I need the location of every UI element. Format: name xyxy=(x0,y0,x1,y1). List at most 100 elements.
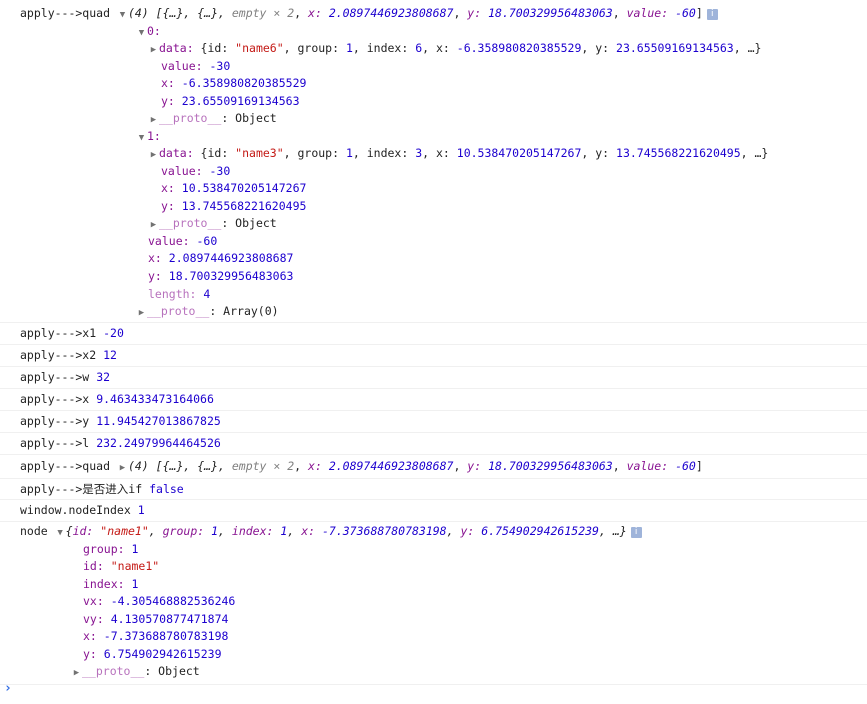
prop-y: y: 13.745568221620495 xyxy=(161,198,306,216)
prop-key: index: xyxy=(83,577,125,591)
tree-node-index-0[interactable]: ▼ 0: xyxy=(136,23,161,41)
expand-triangle-icon[interactable]: ▼ xyxy=(136,130,147,148)
collapse-triangle-icon[interactable]: ▶ xyxy=(148,217,159,235)
preview-key: x: xyxy=(308,459,322,473)
log-label: apply--->y xyxy=(20,414,90,428)
info-icon[interactable]: i xyxy=(630,527,642,538)
log-label: apply--->quad xyxy=(20,459,111,473)
log-entry-x1: apply--->x1 -20 xyxy=(0,323,867,345)
prop-val: -30 xyxy=(209,59,231,73)
log-entry-x2: apply--->x2 12 xyxy=(0,345,867,367)
info-icon[interactable]: i xyxy=(706,9,718,20)
array-preview: [{…}, {…}, xyxy=(155,459,232,473)
prop-key: x: xyxy=(161,76,175,90)
tree-node-proto[interactable]: ▶ __proto__: Object xyxy=(71,663,200,681)
log-value: 9.463433473164066 xyxy=(96,392,214,406)
array-preview: [{…}, {…}, xyxy=(155,6,232,20)
expand-triangle-icon[interactable]: ▼ xyxy=(136,25,147,43)
tree-node-data[interactable]: ▶ data: {id: "name3", group: 1, index: 3,… xyxy=(148,145,769,165)
log-value: 32 xyxy=(96,370,111,384)
log-line: apply--->y 11.945427013867825 xyxy=(20,413,221,431)
collapse-triangle-icon[interactable]: ▶ xyxy=(117,460,128,478)
data-index-value: 3 xyxy=(415,146,423,160)
expand-triangle-icon[interactable]: ▼ xyxy=(117,7,128,25)
log-entry-y: apply--->y 11.945427013867825 xyxy=(0,411,867,433)
log-value: 232.24979964464526 xyxy=(96,436,221,450)
log-value: -20 xyxy=(103,326,124,340)
log-line: window.nodeIndex 1 xyxy=(20,502,145,520)
prop-val: -7.373688780783198 xyxy=(103,629,229,643)
collapse-triangle-icon[interactable]: ▶ xyxy=(148,42,159,60)
prop-length: length: 4 xyxy=(148,286,210,304)
preview-value: -60 xyxy=(675,459,696,473)
data-id-value: "name6" xyxy=(235,41,284,55)
prop-key: value: xyxy=(161,164,203,178)
prop-key: x: xyxy=(83,629,97,643)
tree-key: data: xyxy=(159,41,194,55)
expand-triangle-icon[interactable]: ▼ xyxy=(55,525,66,543)
log-entry-if: apply--->是否进入if false xyxy=(0,479,867,500)
prop-id: id: "name1" xyxy=(83,558,159,576)
preview-value: -60 xyxy=(675,6,696,20)
preview-value: 2.0897446923808687 xyxy=(328,459,454,473)
proto-key: __proto__ xyxy=(147,304,210,318)
prop-key: y: xyxy=(83,647,97,661)
log-value: 11.945427013867825 xyxy=(96,414,221,428)
tree-node-proto[interactable]: ▶ __proto__: Object xyxy=(148,110,277,128)
console-prompt-icon[interactable]: › xyxy=(4,681,12,696)
prop-val: 18.700329956483063 xyxy=(168,269,294,283)
tree-key: 0: xyxy=(147,24,161,38)
tree-key: 1: xyxy=(147,129,161,143)
prop-vy: vy: 4.130570877471874 xyxy=(83,611,228,629)
tree-node-data[interactable]: ▶ data: {id: "name6", group: 1, index: 6,… xyxy=(148,40,762,60)
prop-val: 4.130570877471874 xyxy=(110,612,229,626)
prop-val: 23.65509169134563 xyxy=(181,94,300,108)
log-label: apply--->quad xyxy=(20,6,111,20)
array-count: (4) xyxy=(127,459,149,473)
prop-val: 4 xyxy=(203,287,211,301)
prop-key: x: xyxy=(148,251,162,265)
prop-val: 6.754902942615239 xyxy=(103,647,222,661)
preview-value: 18.700329956483063 xyxy=(488,6,613,20)
log-line: apply--->是否进入if false xyxy=(20,481,184,499)
log-label: apply--->x2 xyxy=(20,348,97,362)
console-output: apply--->quad ▼ (4) [{…}, {…}, empty × 2,… xyxy=(0,0,867,685)
prop-group: group: 1 xyxy=(83,541,138,559)
data-x-value: -6.358980820385529 xyxy=(456,41,582,55)
log-entry-nodeindex: window.nodeIndex 1 xyxy=(0,500,867,522)
log-line: apply--->x2 12 xyxy=(20,347,117,365)
collapse-triangle-icon[interactable]: ▶ xyxy=(148,147,159,165)
log-line: apply--->l 232.24979964464526 xyxy=(20,435,221,453)
collapse-triangle-icon[interactable]: ▶ xyxy=(136,305,147,323)
log-entry-quad-collapsed: apply--->quad ▶ (4) [{…}, {…}, empty × 2,… xyxy=(0,455,867,479)
array-count: (4) xyxy=(127,6,149,20)
prop-value: value: -30 xyxy=(161,58,230,76)
log-value: 1 xyxy=(137,503,145,517)
prop-val: -4.305468882536246 xyxy=(110,594,236,608)
prop-key: length: xyxy=(148,287,197,301)
prop-key: group: xyxy=(83,542,125,556)
tree-node-index-1[interactable]: ▼ 1: xyxy=(136,128,161,146)
prop-val: 10.538470205147267 xyxy=(181,181,307,195)
tree-node-proto[interactable]: ▶ __proto__: Array(0) xyxy=(136,303,279,321)
preview-value: 1 xyxy=(280,524,288,538)
data-index-value: 6 xyxy=(415,41,423,55)
log-line: apply--->x 9.463433473164066 xyxy=(20,391,214,409)
prop-key: vy: xyxy=(83,612,104,626)
prop-val: -30 xyxy=(209,164,231,178)
proto-value: Array(0) xyxy=(223,304,279,318)
log-label: apply--->l xyxy=(20,436,90,450)
preview-value: -7.373688780783198 xyxy=(321,524,447,538)
collapse-triangle-icon[interactable]: ▶ xyxy=(148,112,159,130)
collapse-triangle-icon[interactable]: ▶ xyxy=(71,665,82,683)
log-line: apply--->w 32 xyxy=(20,369,110,387)
prop-value: value: -30 xyxy=(161,163,230,181)
log-entry-l: apply--->l 232.24979964464526 xyxy=(0,433,867,455)
proto-value: Object xyxy=(235,111,277,125)
preview-key: y: xyxy=(467,459,482,473)
prop-val: "name1" xyxy=(110,559,160,573)
preview-value: 1 xyxy=(211,524,219,538)
log-label: node xyxy=(20,524,48,538)
tree-node-proto[interactable]: ▶ __proto__: Object xyxy=(148,215,277,233)
prop-x: x: -6.358980820385529 xyxy=(161,75,306,93)
